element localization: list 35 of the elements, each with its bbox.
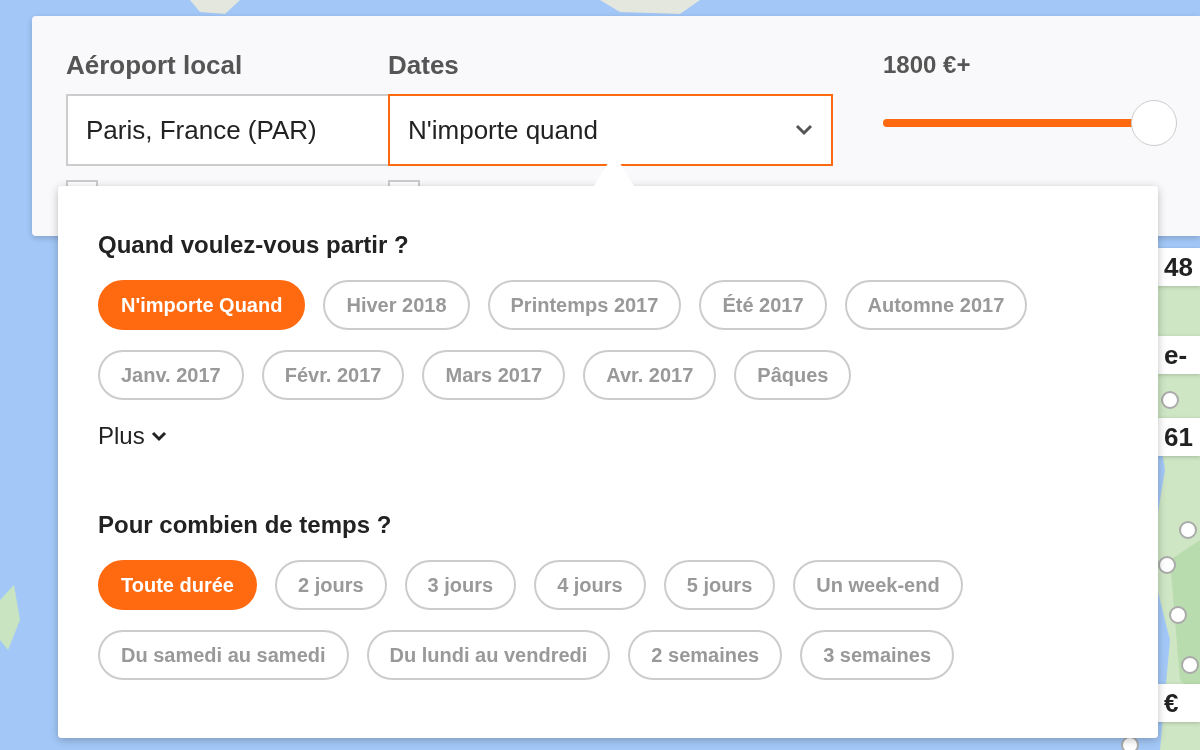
option-chip[interactable]: 2 jours: [274, 560, 387, 610]
chevron-icon: [150, 430, 167, 442]
option-chip[interactable]: 5 jours: [663, 560, 776, 610]
option-chip[interactable]: Été 2017: [699, 280, 827, 330]
section-heading: Quand voulez-vous partir ?: [98, 230, 409, 260]
price-tag[interactable]: e-: [1158, 336, 1200, 374]
option-chip[interactable]: 4 jours: [534, 560, 646, 610]
price-tag[interactable]: 48: [1158, 248, 1200, 286]
option-chip[interactable]: Du lundi au vendredi: [366, 630, 611, 680]
option-chip[interactable]: Automne 2017: [844, 280, 1028, 330]
option-chip[interactable]: Un week-end: [793, 560, 963, 610]
option-chip[interactable]: Janv. 2017: [98, 350, 244, 400]
price-tag[interactable]: 61: [1158, 418, 1200, 456]
option-chip[interactable]: 3 semaines: [800, 630, 955, 680]
slider-thumb[interactable]: [1131, 100, 1177, 146]
option-chip[interactable]: Mars 2017: [422, 350, 566, 400]
option-chip[interactable]: 3 jours: [404, 560, 517, 610]
option-chip[interactable]: Hiver 2018: [323, 280, 470, 330]
more-button[interactable]: Plus: [98, 422, 167, 450]
field-label: Dates: [388, 49, 459, 82]
option-chip[interactable]: N'importe Quand: [98, 280, 306, 330]
price-tag[interactable]: €: [1158, 684, 1200, 722]
option-chip[interactable]: Pâques: [734, 350, 852, 400]
section-heading: Pour combien de temps ?: [98, 510, 392, 540]
option-chip[interactable]: Toute durée: [98, 560, 257, 610]
field-label: Aéroport local: [66, 49, 243, 82]
option-chip[interactable]: Avr. 2017: [583, 350, 717, 400]
chevron-icon: [795, 124, 813, 136]
option-chip[interactable]: 2 semaines: [628, 630, 783, 680]
price-slider[interactable]: [883, 100, 1177, 146]
airport-field[interactable]: Paris, France (PAR): [66, 94, 388, 166]
option-chip[interactable]: Printemps 2017: [487, 280, 682, 330]
price-label: 1800 €+: [883, 50, 971, 80]
option-chip[interactable]: Du samedi au samedi: [98, 630, 349, 680]
option-chip[interactable]: Févr. 2017: [261, 350, 405, 400]
